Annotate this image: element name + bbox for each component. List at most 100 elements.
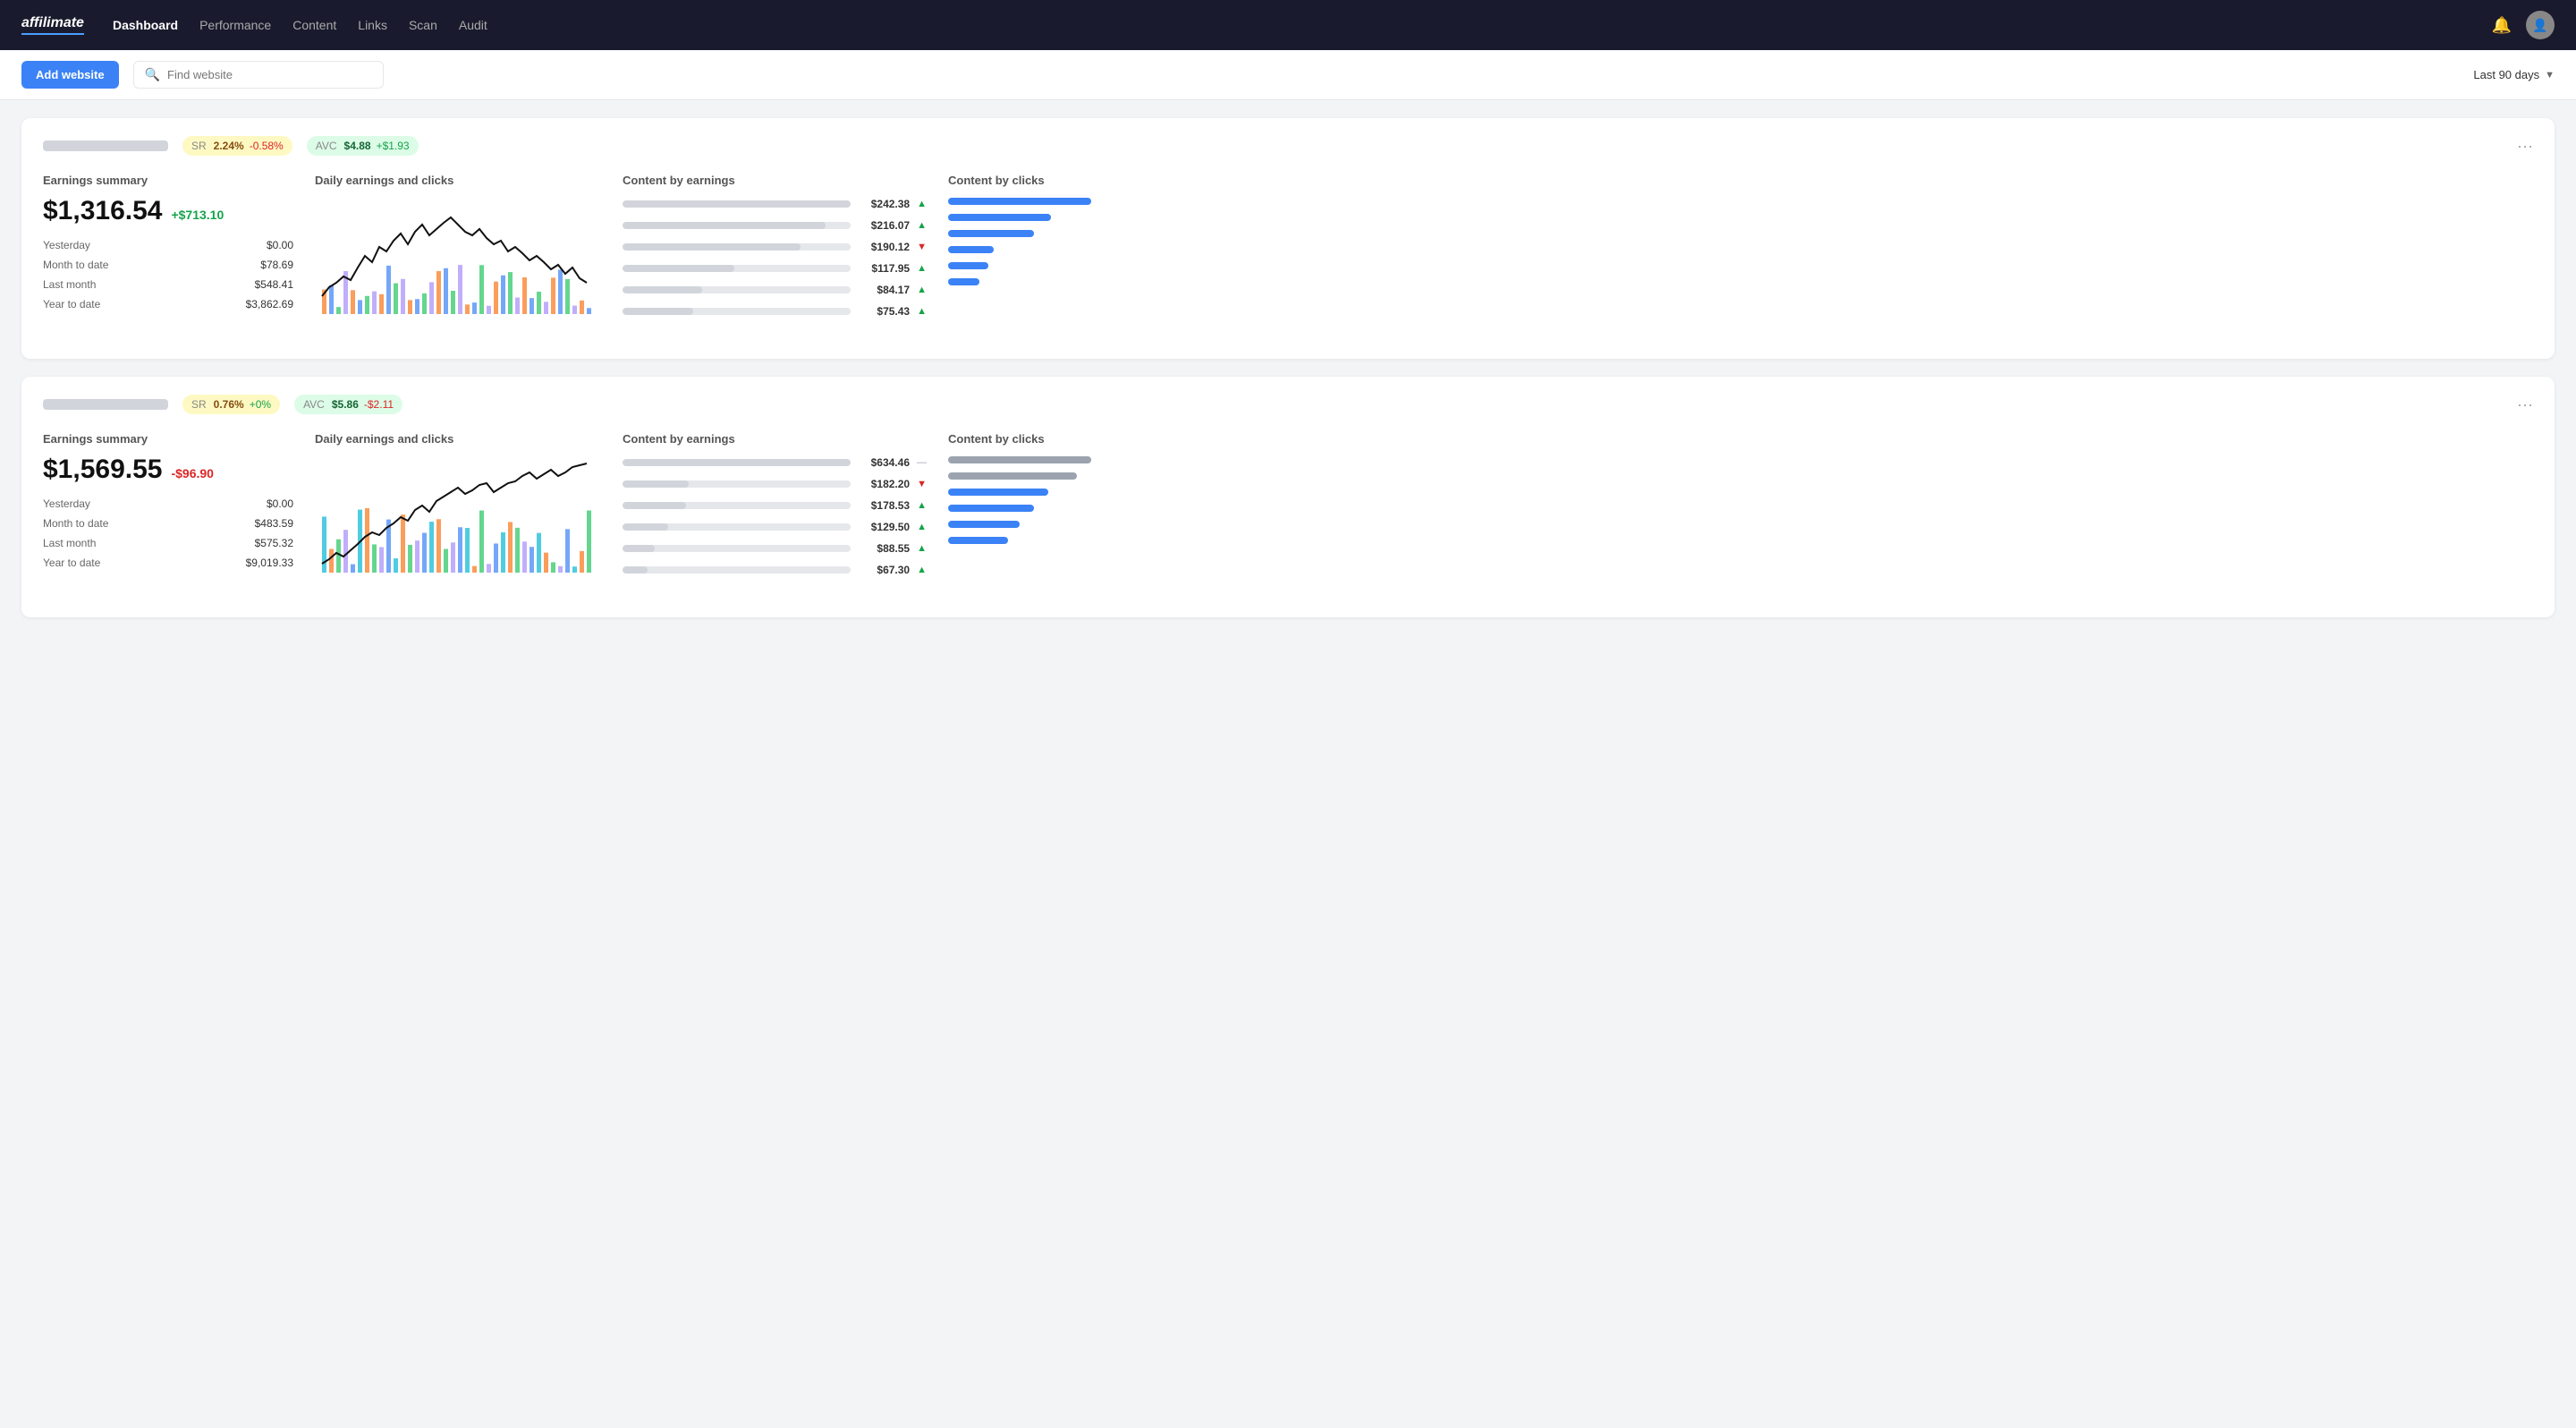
row-value: $483.59: [255, 517, 293, 530]
trend-down-icon: ▼: [917, 242, 927, 252]
site-bar: [43, 140, 168, 151]
content-clicks-row: [948, 456, 2533, 463]
sr-change: +0%: [250, 398, 271, 411]
clicks-bar: [948, 472, 1077, 480]
site-bar: [43, 399, 168, 410]
earnings-summary: Earnings summary $1,316.54 +$713.10 Yest…: [43, 174, 293, 341]
content-earnings-section: Content by earnings $242.38 ▲ $216.07 ▲: [623, 174, 927, 341]
search-input[interactable]: [167, 68, 372, 81]
clicks-bar: [948, 521, 1020, 528]
content-bar-bg: [623, 459, 851, 466]
content-bar-fill: [623, 523, 668, 531]
chart-title: Daily earnings and clicks: [315, 432, 601, 446]
more-button[interactable]: ···: [2517, 395, 2533, 414]
content-clicks-row: [948, 262, 2533, 269]
card-body: Earnings summary $1,316.54 +$713.10 Yest…: [43, 174, 2533, 341]
trend-up-icon: ▲: [917, 263, 927, 274]
trend-down-icon: ▼: [917, 479, 927, 489]
notification-icon[interactable]: 🔔: [2492, 16, 2512, 35]
avc-change: -$2.11: [364, 398, 394, 411]
earnings-main: $1,569.55 -$96.90: [43, 455, 293, 485]
more-button[interactable]: ···: [2517, 137, 2533, 156]
earnings-row: Month to date $483.59: [43, 517, 293, 530]
clicks-bar: [948, 278, 979, 285]
sr-label: SR: [191, 398, 207, 411]
avatar[interactable]: 👤: [2526, 11, 2555, 39]
content-clicks-row: [948, 505, 2533, 512]
search-wrap: 🔍: [133, 61, 384, 89]
content-clicks-title: Content by clicks: [948, 174, 2533, 187]
clicks-bar-wrap: [948, 505, 1091, 512]
content-clicks-row: [948, 246, 2533, 253]
trend-up-icon: ▲: [917, 500, 927, 511]
avc-change: +$1.93: [377, 140, 410, 152]
row-label: Year to date: [43, 557, 100, 569]
content-earnings-title: Content by earnings: [623, 174, 927, 187]
clicks-bar: [948, 246, 994, 253]
trend-up-icon: ▲: [917, 565, 927, 575]
row-value: $0.00: [267, 239, 293, 251]
nav-links: Dashboard Performance Content Links Scan…: [113, 14, 2463, 36]
content-amount: $129.50: [858, 521, 910, 533]
main-content: SR 2.24% -0.58% AVC $4.88 +$1.93 ··· Ear…: [0, 100, 2576, 635]
clicks-bar-wrap: [948, 230, 1091, 237]
clicks-bar: [948, 489, 1048, 496]
row-value: $3,862.69: [246, 298, 293, 310]
content-clicks-row: [948, 472, 2533, 480]
earnings-row: Year to date $3,862.69: [43, 298, 293, 310]
row-label: Month to date: [43, 517, 108, 530]
row-value: $575.32: [255, 537, 293, 549]
content-earnings-title: Content by earnings: [623, 432, 927, 446]
content-bar-fill: [623, 222, 826, 229]
chart-title: Daily earnings and clicks: [315, 174, 601, 187]
content-bar-fill: [623, 200, 851, 208]
clicks-bar: [948, 537, 1008, 544]
trend-up-icon: ▲: [917, 522, 927, 532]
nav-links[interactable]: Links: [358, 14, 387, 36]
content-clicks-row: [948, 198, 2533, 205]
clicks-bar: [948, 262, 988, 269]
content-clicks-row: [948, 278, 2533, 285]
content-earnings-row: $634.46 —: [623, 456, 927, 469]
sr-value: 0.76%: [214, 398, 244, 411]
chart-section: Daily earnings and clicks: [315, 432, 601, 599]
add-website-button[interactable]: Add website: [21, 61, 119, 89]
nav-performance[interactable]: Performance: [199, 14, 271, 36]
sr-badge: SR 0.76% +0%: [182, 395, 280, 414]
earnings-row: Month to date $78.69: [43, 259, 293, 271]
sr-value: 2.24%: [214, 140, 244, 152]
earnings-value: $1,316.54: [43, 196, 162, 226]
nav-dashboard[interactable]: Dashboard: [113, 14, 178, 36]
content-clicks-row: [948, 489, 2533, 496]
content-bar-bg: [623, 545, 851, 552]
content-bar-bg: [623, 200, 851, 208]
content-bar-fill: [623, 243, 801, 251]
row-label: Month to date: [43, 259, 108, 271]
avc-label: AVC: [303, 398, 325, 411]
content-earnings-row: $182.20 ▼: [623, 478, 927, 490]
clicks-bar: [948, 198, 1091, 205]
card-header: SR 2.24% -0.58% AVC $4.88 +$1.93 ···: [43, 136, 2533, 156]
content-bar-fill: [623, 566, 648, 574]
content-clicks-row: [948, 521, 2533, 528]
content-amount: $242.38: [858, 198, 910, 210]
row-label: Last month: [43, 278, 96, 291]
date-filter[interactable]: Last 90 days ▼: [2473, 68, 2555, 81]
nav-audit[interactable]: Audit: [459, 14, 487, 36]
content-bar-fill: [623, 502, 686, 509]
clicks-bar-wrap: [948, 278, 1091, 285]
date-filter-label: Last 90 days: [2473, 68, 2539, 81]
earnings-rows: Yesterday $0.00 Month to date $483.59 La…: [43, 497, 293, 569]
nav-content[interactable]: Content: [292, 14, 336, 36]
content-bar-fill: [623, 480, 689, 488]
chart-area: [315, 198, 601, 341]
content-amount: $117.95: [858, 262, 910, 275]
content-bar-fill: [623, 459, 851, 466]
nav-scan[interactable]: Scan: [409, 14, 437, 36]
avc-value: $4.88: [344, 140, 371, 152]
sr-label: SR: [191, 140, 207, 152]
content-earnings-rows: $634.46 — $182.20 ▼ $178.53 ▲: [623, 456, 927, 576]
content-clicks-title: Content by clicks: [948, 432, 2533, 446]
avc-badge: AVC $5.86 -$2.11: [294, 395, 402, 414]
content-bar-bg: [623, 523, 851, 531]
